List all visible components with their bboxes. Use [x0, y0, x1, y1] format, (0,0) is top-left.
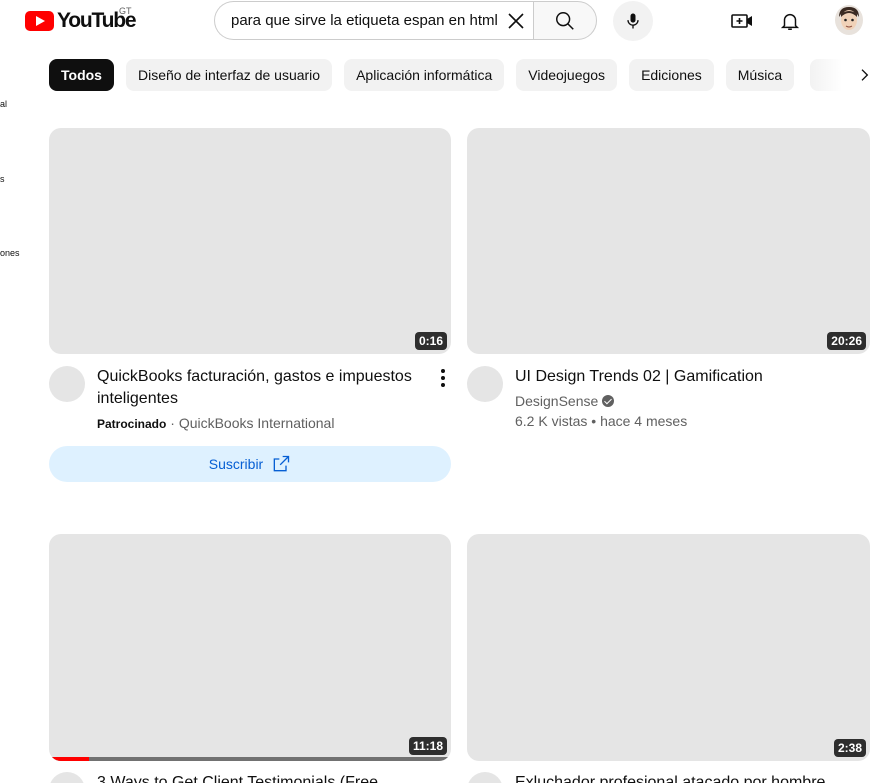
- top-bar: YouTube GT para que sirve la etiqueta es…: [0, 0, 879, 44]
- youtube-logo-icon: [25, 11, 54, 31]
- video-title[interactable]: Exluchador profesional atacado por hombr…: [515, 772, 855, 783]
- video-title[interactable]: 3 Ways to Get Client Testimonials (Free: [97, 772, 422, 783]
- video-thumbnail[interactable]: 20:26: [467, 128, 870, 354]
- video-duration: 2:38: [833, 739, 866, 757]
- watch-progress-track: [49, 757, 451, 761]
- sidebar-item-label[interactable]: s: [0, 174, 5, 184]
- bell-icon: [780, 13, 800, 30]
- video-thumbnail[interactable]: 11:18: [49, 534, 451, 761]
- video-duration: 0:16: [414, 332, 447, 350]
- video-duration: 20:26: [827, 332, 866, 350]
- search-input-value: para que sirve la etiqueta espan en html: [231, 12, 498, 29]
- upload-age: hace 4 meses: [600, 413, 688, 429]
- notifications-button[interactable]: [777, 8, 803, 34]
- kebab-dot-icon: [441, 369, 445, 373]
- kebab-dot-icon: [441, 383, 445, 387]
- country-code: GT: [119, 6, 132, 16]
- chip-diseno-interfaz[interactable]: Diseño de interfaz de usuario: [125, 59, 333, 91]
- channel-avatar[interactable]: [467, 772, 503, 783]
- subscribe-button[interactable]: Suscribir: [49, 446, 451, 482]
- sponsored-label: Patrocinado: [97, 417, 167, 431]
- chip-videojuegos[interactable]: Videojuegos: [516, 59, 618, 91]
- view-count: 6.2 K vistas: [515, 413, 588, 429]
- chip-musica[interactable]: Música: [725, 59, 795, 91]
- avatar-icon: [835, 5, 863, 35]
- watch-progress-bar: [49, 757, 90, 761]
- chip-ediciones[interactable]: Ediciones: [629, 59, 714, 91]
- video-title[interactable]: QuickBooks facturación, gastos e impuest…: [97, 366, 422, 410]
- video-thumbnail[interactable]: 0:16: [49, 128, 451, 354]
- channel-avatar[interactable]: [49, 772, 85, 783]
- video-duration: 11:18: [408, 737, 447, 755]
- channel-name[interactable]: QuickBooks International: [179, 415, 335, 431]
- meta-separator: •: [587, 413, 601, 429]
- search-button[interactable]: [533, 1, 597, 40]
- clear-icon[interactable]: [504, 9, 528, 33]
- verified-badge-icon: [602, 395, 615, 407]
- video-stats: 6.2 K vistas • hace 4 meses: [515, 411, 687, 431]
- chevron-right-icon: [861, 69, 869, 81]
- chip-todos[interactable]: Todos: [49, 59, 114, 91]
- more-options-button[interactable]: [433, 366, 453, 390]
- kebab-dot-icon: [441, 376, 445, 380]
- sidebar-item-label[interactable]: al: [0, 99, 7, 109]
- video-meta: Patrocinado · QuickBooks International: [97, 413, 334, 434]
- subscribe-label: Suscribir: [208, 456, 264, 472]
- channel-row: DesignSense: [515, 391, 615, 411]
- channel-avatar[interactable]: [467, 366, 503, 402]
- mic-icon: [627, 13, 639, 29]
- video-title[interactable]: UI Design Trends 02 | Gamification: [515, 366, 855, 388]
- avatar[interactable]: [835, 5, 863, 35]
- sidebar-item-label[interactable]: ones: [0, 248, 20, 258]
- create-button[interactable]: [729, 8, 755, 34]
- external-link-icon: [273, 455, 290, 472]
- channel-name[interactable]: DesignSense: [515, 393, 598, 409]
- create-video-icon: [731, 14, 752, 28]
- chips-next-button[interactable]: [852, 63, 876, 87]
- chip-aplicacion-informatica[interactable]: Aplicación informática: [344, 59, 505, 91]
- channel-avatar[interactable]: [49, 366, 85, 402]
- voice-search-button[interactable]: [613, 1, 653, 41]
- video-thumbnail[interactable]: 2:38: [467, 534, 870, 761]
- search-input[interactable]: para que sirve la etiqueta espan en html: [214, 1, 534, 40]
- chip-overflow-fade: [810, 59, 842, 91]
- search-icon: [556, 11, 574, 30]
- meta-separator: ·: [170, 415, 179, 431]
- filter-chips: Todos Diseño de interfaz de usuario Apli…: [49, 59, 795, 92]
